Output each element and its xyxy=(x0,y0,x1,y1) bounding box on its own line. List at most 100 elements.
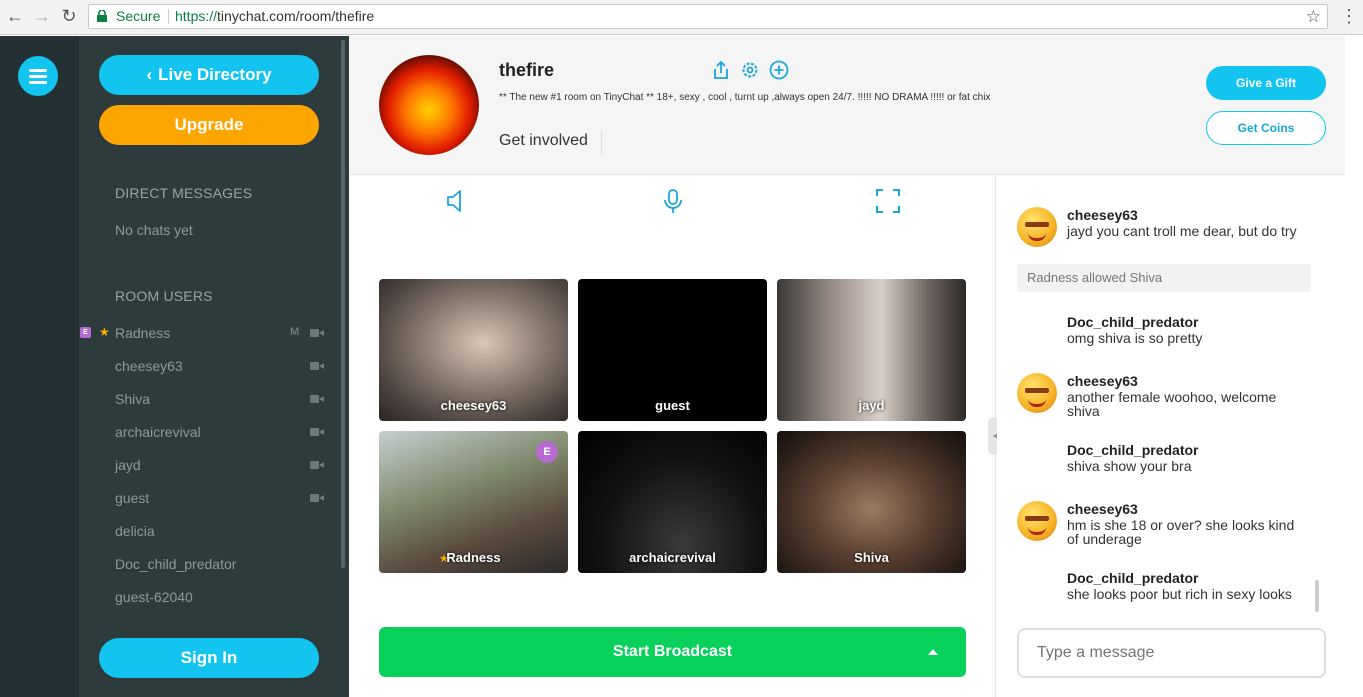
room-header: thefire ** The new #1 room on TinyChat *… xyxy=(349,36,1345,175)
chat-author[interactable]: Doc_child_predator xyxy=(1067,570,1198,586)
settings-gear-icon[interactable] xyxy=(740,60,760,80)
user-name: archaicrevival xyxy=(115,424,201,440)
caret-up-icon[interactable] xyxy=(928,649,938,655)
user-name: guest xyxy=(115,490,150,506)
emoji-avatar-icon xyxy=(1017,373,1057,413)
chat-text: omg shiva is so pretty xyxy=(1067,330,1203,346)
system-message: Radness allowed Shiva xyxy=(1017,264,1311,292)
url-text[interactable]: https://tinychat.com/room/thefire xyxy=(175,5,374,28)
chat-author[interactable]: cheesey63 xyxy=(1067,207,1138,223)
room-user-radness[interactable]: E ★ Radness M xyxy=(79,323,339,343)
live-directory-button[interactable]: ‹ Live Directory xyxy=(99,55,319,95)
room-user-guest[interactable]: guest xyxy=(79,488,339,508)
room-user-cheesey63[interactable]: cheesey63 xyxy=(79,356,339,376)
chat-message: cheesey63 jayd you cant troll me dear, b… xyxy=(1017,207,1317,259)
video-tile-name: Shiva xyxy=(854,550,889,565)
video-tile-name: cheesey63 xyxy=(440,398,507,413)
video-tile-jayd[interactable]: jayd xyxy=(777,279,966,421)
secure-label: Secure xyxy=(116,8,161,24)
chat-message: Doc_child_predator she looks poor but ri… xyxy=(1017,570,1317,604)
room-user-shiva[interactable]: Shiva xyxy=(79,389,339,409)
chat-text: shiva show your bra xyxy=(1067,458,1192,474)
room-description: ** The new #1 room on TinyChat ** 18+, s… xyxy=(499,92,991,103)
chat-panel: cheesey63 jayd you cant troll me dear, b… xyxy=(997,176,1345,697)
app-rail xyxy=(0,36,79,697)
user-name: guest-62040 xyxy=(115,589,193,605)
camera-icon xyxy=(310,461,324,469)
user-name: Doc_child_predator xyxy=(115,556,237,572)
browser-menu-icon[interactable]: ⋮ xyxy=(1340,6,1358,28)
moderator-icon: M xyxy=(290,326,300,338)
reload-icon[interactable]: ↻ xyxy=(58,5,80,27)
video-tile-shiva[interactable]: Shiva xyxy=(777,431,966,573)
room-user-delicia[interactable]: delicia xyxy=(79,521,339,541)
chat-author[interactable]: Doc_child_predator xyxy=(1067,314,1198,330)
user-name: delicia xyxy=(115,523,155,539)
camera-icon xyxy=(310,329,324,337)
emoji-avatar-icon xyxy=(1017,207,1057,247)
chat-message-input[interactable] xyxy=(1017,628,1326,678)
upgrade-button[interactable]: Upgrade xyxy=(99,105,319,145)
chat-text: jayd you cant troll me dear, but do try xyxy=(1067,223,1297,239)
omnibox-divider xyxy=(168,9,169,24)
sidebar-scrollbar[interactable] xyxy=(341,40,345,568)
video-tile-name: guest xyxy=(655,398,690,413)
emoji-avatar-icon xyxy=(1017,501,1057,541)
camera-icon xyxy=(310,428,324,436)
chat-author[interactable]: cheesey63 xyxy=(1067,501,1138,517)
e-badge-icon: E xyxy=(536,441,558,463)
chevron-left-icon: ‹ xyxy=(146,65,153,84)
video-tile-guest[interactable]: guest xyxy=(578,279,767,421)
room-title: thefire xyxy=(499,60,555,80)
video-tile-name: archaicrevival xyxy=(629,550,716,565)
forward-arrow-icon[interactable]: → xyxy=(31,5,53,27)
chat-text: she looks poor but rich in sexy looks xyxy=(1067,586,1292,602)
lock-icon xyxy=(97,10,107,22)
add-circle-icon[interactable] xyxy=(769,60,789,80)
video-area: cheesey63 guest jayd E ★ Radness archaic… xyxy=(349,176,996,697)
chat-message: Doc_child_predator omg shiva is so prett… xyxy=(1017,314,1317,348)
room-user-guest-62040[interactable]: guest-62040 xyxy=(79,587,339,607)
get-coins-button[interactable]: Get Coins xyxy=(1206,111,1326,145)
user-name: cheesey63 xyxy=(115,358,183,374)
camera-icon xyxy=(310,362,324,370)
video-tile-name: jayd xyxy=(858,398,885,413)
start-broadcast-button[interactable]: Start Broadcast xyxy=(379,627,966,677)
page-gutter xyxy=(1345,36,1363,697)
chat-text: another female woohoo, welcome shiva xyxy=(1067,389,1277,419)
room-user-doc-child-predator[interactable]: Doc_child_predator xyxy=(79,554,339,574)
chat-author[interactable]: cheesey63 xyxy=(1067,373,1138,389)
chat-message: Doc_child_predator shiva show your bra xyxy=(1017,442,1317,476)
get-involved-link[interactable]: Get involved xyxy=(499,132,588,150)
room-user-archaicrevival[interactable]: archaicrevival xyxy=(79,422,339,442)
room-users-heading: ROOM USERS xyxy=(115,288,213,304)
room-user-jayd[interactable]: jayd xyxy=(79,455,339,475)
browser-toolbar: ← → ↻ Secure https://tinychat.com/room/t… xyxy=(0,0,1363,35)
room-avatar xyxy=(379,55,479,155)
e-badge-icon: E xyxy=(80,327,91,338)
chat-scrollbar[interactable] xyxy=(1315,580,1319,612)
chat-message: cheesey63 another female woohoo, welcome… xyxy=(1017,373,1317,418)
fullscreen-icon[interactable] xyxy=(875,188,901,214)
video-tile-cheesey63[interactable]: cheesey63 xyxy=(379,279,568,421)
bookmark-star-icon[interactable]: ☆ xyxy=(1306,5,1321,28)
menu-icon-tail xyxy=(44,86,54,96)
star-icon: ★ xyxy=(99,325,110,339)
user-name: jayd xyxy=(115,457,141,473)
video-tile-archaicrevival[interactable]: archaicrevival xyxy=(578,431,767,573)
chat-author[interactable]: Doc_child_predator xyxy=(1067,442,1198,458)
back-arrow-icon[interactable]: ← xyxy=(4,5,26,27)
give-gift-button[interactable]: Give a Gift xyxy=(1206,66,1326,100)
sign-in-button[interactable]: Sign In xyxy=(99,638,319,678)
address-bar[interactable]: Secure https://tinychat.com/room/thefire… xyxy=(88,4,1328,29)
share-icon[interactable] xyxy=(711,60,731,80)
camera-icon xyxy=(310,494,324,502)
microphone-icon[interactable] xyxy=(660,188,686,214)
chat-message: cheesey63 hm is she 18 or over? she look… xyxy=(1017,501,1317,546)
camera-icon xyxy=(310,395,324,403)
chat-text: hm is she 18 or over? she looks kind of … xyxy=(1067,517,1295,547)
direct-messages-heading: DIRECT MESSAGES xyxy=(115,185,253,201)
no-chats-text: No chats yet xyxy=(115,222,193,238)
video-tile-radness[interactable]: E ★ Radness xyxy=(379,431,568,573)
speaker-icon[interactable] xyxy=(444,188,470,214)
